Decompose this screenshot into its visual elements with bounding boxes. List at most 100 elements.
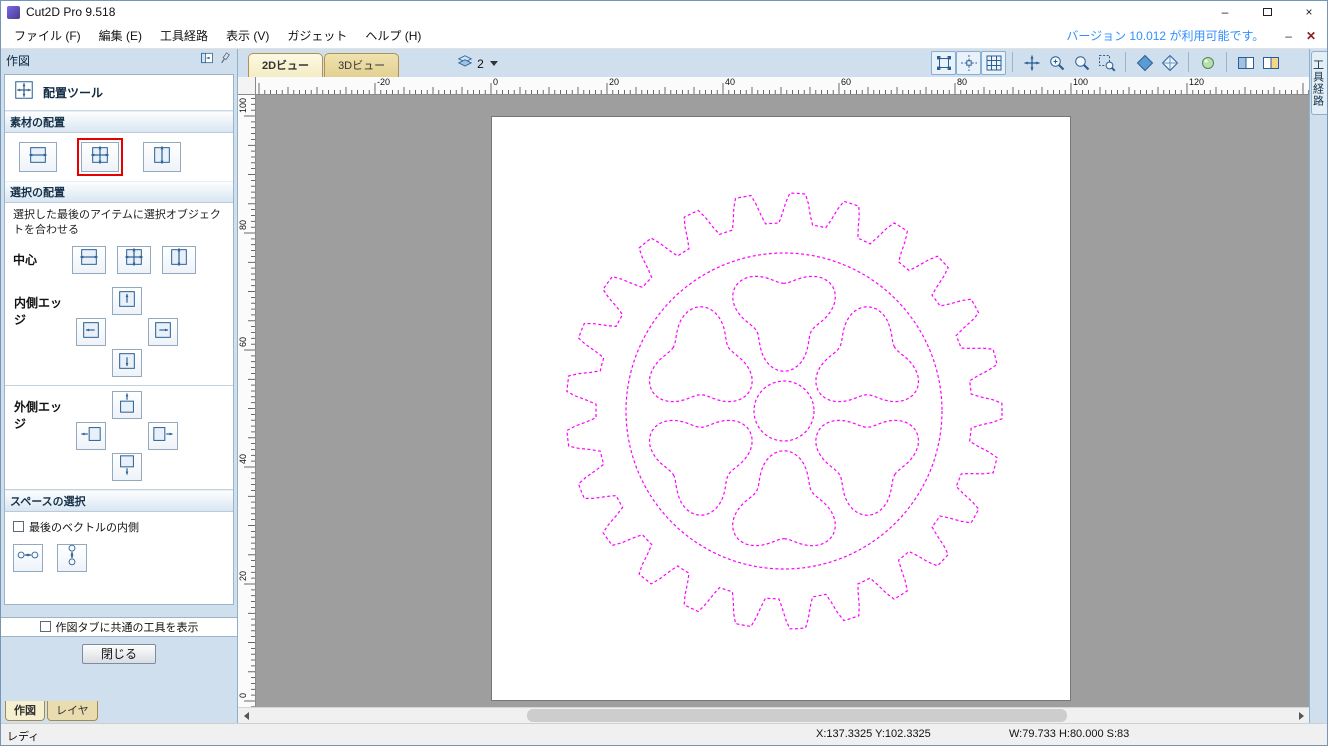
window-title: Cut2D Pro 9.518 [26, 5, 1201, 19]
vertical-ruler[interactable]: 100806040200 [238, 95, 256, 707]
align-mat-v-button[interactable] [143, 142, 181, 172]
tab-3d-view[interactable]: 3Dビュー [324, 53, 399, 77]
outer-edge-buttons [73, 390, 181, 483]
menu-gadgets[interactable]: ガジェット [278, 23, 356, 48]
light-icon-button[interactable] [1195, 51, 1220, 75]
svg-text:-20: -20 [377, 77, 390, 87]
snap-guides-icon-button[interactable] [956, 51, 981, 75]
material-sheet[interactable] [491, 116, 1071, 701]
window-close-button[interactable]: × [1291, 1, 1327, 23]
center-label: 中心 [13, 251, 61, 268]
drawing-canvas[interactable] [256, 95, 1309, 707]
layer-value: 2 [477, 57, 484, 71]
inner-left-icon [80, 319, 102, 346]
toolbar-separator [1125, 52, 1126, 72]
snap-geometry-icon-button[interactable] [931, 51, 956, 75]
space-selection-body: 最後のベクトルの内側 [5, 512, 233, 604]
menu-file[interactable]: ファイル (F) [5, 23, 90, 48]
maximize-icon [1263, 8, 1272, 16]
outer-top-button[interactable] [112, 391, 142, 419]
menu-toolpaths[interactable]: 工具経路 [151, 23, 217, 48]
align-mat-center-button[interactable] [81, 142, 119, 172]
pane-split-icon-button[interactable] [1258, 51, 1283, 75]
material-alignment-buttons [5, 133, 233, 181]
align-center-h-button[interactable] [72, 246, 106, 274]
align-center-v-button[interactable] [162, 246, 196, 274]
toolbar-separator [1188, 52, 1189, 72]
statusbar: レディ X:137.3325 Y:102.3325 W:79.733 H:80.… [1, 723, 1327, 745]
outer-left-icon [80, 423, 102, 450]
panel-close-icon[interactable]: ✕ [1299, 29, 1323, 43]
inner-bottom-icon [116, 350, 138, 377]
align-center-both-button[interactable] [117, 246, 151, 274]
space-selection-header: スペースの選択 [5, 490, 233, 512]
window-maximize-button[interactable] [1249, 1, 1285, 23]
zoom-icon-button[interactable] [1069, 51, 1094, 75]
align-mat-h-icon [27, 144, 49, 171]
svg-text:40: 40 [238, 454, 248, 464]
drawing-panel-title: 作図 [6, 52, 196, 69]
dock-panel-icon[interactable] [200, 51, 214, 70]
pane-left-icon-button[interactable] [1233, 51, 1258, 75]
inside-last-vector-label: 最後のベクトルの内側 [29, 519, 139, 535]
zoom-box-icon-button[interactable] [1094, 51, 1119, 75]
version-update-link[interactable]: バージョン 10.012 が利用可能です。 [1066, 27, 1264, 44]
menu-edit[interactable]: 編集 (E) [90, 23, 151, 48]
inner-right-button[interactable] [148, 318, 178, 346]
space-horizontal-button[interactable] [13, 544, 43, 572]
view-toolbar-icons [931, 51, 1283, 75]
alignment-tool-card: 配置ツール 素材の配置 選択の配置 選択した最後のアイテムに選択オブジェクトを合… [4, 74, 234, 605]
window-minimize-button[interactable]: – [1207, 1, 1243, 23]
tab-2d-view[interactable]: 2Dビュー [248, 53, 323, 77]
space-vertical-button[interactable] [57, 544, 87, 572]
inner-edge-buttons [73, 286, 181, 379]
inner-bottom-button[interactable] [112, 349, 142, 377]
horizontal-ruler[interactable]: -20020406080100120 [256, 77, 1309, 95]
scroll-right-button[interactable] [1293, 708, 1309, 723]
common-tools-checkbox[interactable] [40, 621, 51, 632]
titlebar[interactable]: Cut2D Pro 9.518 – × [1, 1, 1327, 23]
horizontal-scrollbar[interactable] [238, 707, 1309, 723]
outer-edge-label: 外側エッジ [9, 390, 73, 483]
align-mat-h-button[interactable] [19, 142, 57, 172]
scroll-left-button[interactable] [238, 708, 254, 723]
center-alignment-row: 中心 [5, 242, 233, 282]
pan-icon-button[interactable] [1019, 51, 1044, 75]
outer-bottom-button[interactable] [112, 453, 142, 481]
panel-bottom-tabs: 作図 レイヤ [1, 701, 237, 723]
wireframe-icon-button[interactable] [1157, 51, 1182, 75]
align-center-both-icon [123, 246, 145, 273]
shade-icon-button[interactable] [1132, 51, 1157, 75]
outer-edge-block: 外側エッジ [5, 386, 233, 490]
ruler-corner [238, 77, 256, 95]
layer-selector[interactable]: 2 [457, 54, 498, 73]
align-center-h-icon [78, 246, 100, 273]
main-view-area: 2Dビュー 3Dビュー 2 -20020406080100120 1008060 [238, 49, 1309, 723]
gear-vectors[interactable] [492, 117, 1072, 702]
drawing-panel: 作図 配置ツール 素材の配置 選択の配置 選択した最後のアイテムに選択オブジェク… [1, 49, 238, 723]
close-button[interactable]: 閉じる [82, 644, 156, 664]
space-selection-buttons [13, 538, 225, 572]
svg-text:20: 20 [238, 571, 248, 581]
panel-minimize-icon[interactable]: – [1278, 29, 1299, 43]
outer-right-icon [152, 423, 174, 450]
tab-toolpaths[interactable]: 工具経路 [1311, 51, 1327, 115]
menubar: ファイル (F) 編集 (E) 工具経路 表示 (V) ガジェット ヘルプ (H… [1, 23, 1327, 49]
status-selection-size: W:79.733 H:80.000 S:83 [1009, 728, 1129, 740]
menu-view[interactable]: 表示 (V) [217, 23, 278, 48]
space-vertical-icon [61, 544, 83, 571]
inner-left-button[interactable] [76, 318, 106, 346]
scrollbar-thumb[interactable] [527, 709, 1067, 722]
inner-top-button[interactable] [112, 287, 142, 315]
layers-icon [457, 54, 473, 73]
pin-panel-icon[interactable] [218, 51, 232, 70]
toolbar-separator [1012, 52, 1013, 72]
outer-right-button[interactable] [148, 422, 178, 450]
tab-drawing[interactable]: 作図 [5, 701, 45, 721]
grid-icon-button[interactable] [981, 51, 1006, 75]
zoom-in-icon-button[interactable] [1044, 51, 1069, 75]
inside-last-vector-checkbox[interactable] [13, 521, 24, 532]
tab-layers[interactable]: レイヤ [47, 701, 98, 721]
outer-left-button[interactable] [76, 422, 106, 450]
menu-help[interactable]: ヘルプ (H) [356, 23, 430, 48]
